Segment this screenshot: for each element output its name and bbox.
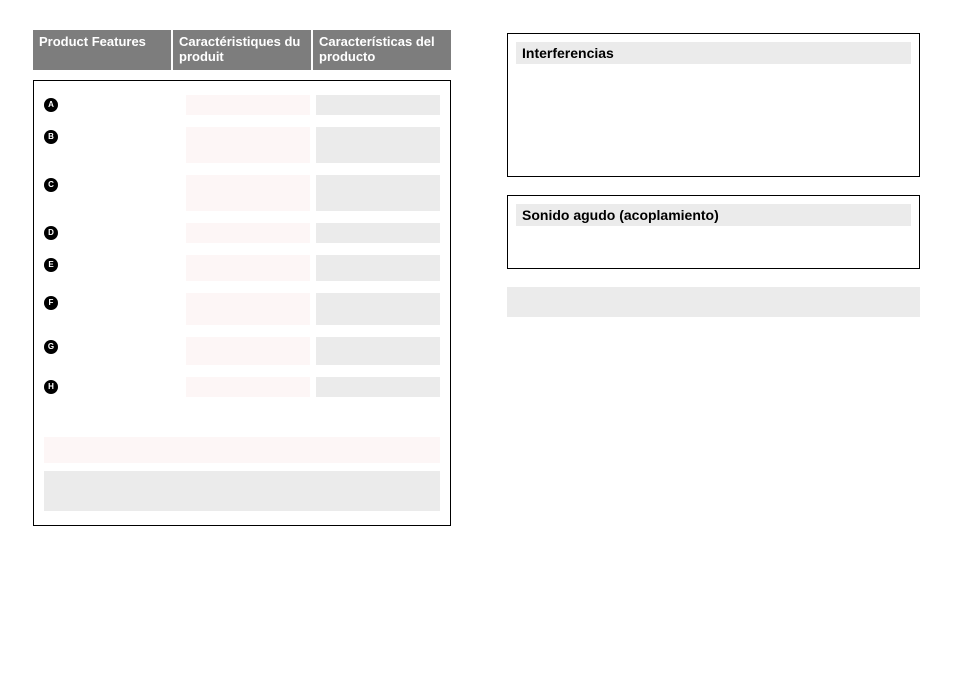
tab-en: Product Features bbox=[33, 30, 171, 70]
feature-es bbox=[316, 175, 440, 211]
section-sonido-agudo: Sonido agudo (acoplamiento) bbox=[507, 195, 920, 269]
section-title-interferencias: Interferencias bbox=[516, 42, 911, 64]
feature-row-g: G bbox=[44, 337, 440, 365]
notes-block bbox=[44, 437, 440, 511]
section-body-interferencias bbox=[516, 64, 911, 164]
bullet-h: H bbox=[44, 380, 58, 394]
feature-fr bbox=[186, 293, 310, 325]
feature-en bbox=[66, 127, 180, 163]
feature-es bbox=[316, 223, 440, 243]
bullet-e: E bbox=[44, 258, 58, 272]
feature-row-c: C bbox=[44, 175, 440, 211]
bullet-f: F bbox=[44, 296, 58, 310]
bullet-b: B bbox=[44, 130, 58, 144]
bullet-d: D bbox=[44, 226, 58, 240]
feature-en bbox=[66, 293, 180, 325]
feature-es bbox=[316, 377, 440, 397]
feature-fr bbox=[186, 175, 310, 211]
feature-row-b: B bbox=[44, 127, 440, 163]
tab-fr: Caractéristiques du produit bbox=[173, 30, 311, 70]
tabs-row: Product Features Caractéristiques du pro… bbox=[33, 30, 451, 70]
feature-row-e: E bbox=[44, 255, 440, 281]
section-interferencias: Interferencias bbox=[507, 33, 920, 177]
feature-fr bbox=[186, 223, 310, 243]
bullet-g: G bbox=[44, 340, 58, 354]
section-title-sonido-agudo: Sonido agudo (acoplamiento) bbox=[516, 204, 911, 226]
feature-es bbox=[316, 293, 440, 325]
bullet-a: A bbox=[44, 98, 58, 112]
feature-row-h: H bbox=[44, 377, 440, 397]
product-features-panel: Product Features Caractéristiques du pro… bbox=[33, 30, 451, 526]
feature-fr bbox=[186, 95, 310, 115]
tab-es: Características del producto bbox=[313, 30, 451, 70]
bullet-c: C bbox=[44, 178, 58, 192]
feature-es bbox=[316, 255, 440, 281]
feature-es bbox=[316, 95, 440, 115]
gray-paragraph bbox=[507, 287, 920, 317]
feature-en bbox=[66, 377, 180, 397]
feature-row-f: F bbox=[44, 293, 440, 325]
note-fr bbox=[44, 437, 440, 463]
feature-fr bbox=[186, 377, 310, 397]
right-panel: Interferencias Sonido agudo (acoplamient… bbox=[507, 33, 920, 317]
feature-row-a: A bbox=[44, 95, 440, 115]
feature-row-d: D bbox=[44, 223, 440, 243]
feature-en bbox=[66, 255, 180, 281]
section-body-sonido-agudo bbox=[516, 226, 911, 256]
feature-es bbox=[316, 127, 440, 163]
feature-en bbox=[66, 95, 180, 115]
note-es bbox=[44, 471, 440, 511]
features-box: A B C D E F G H bbox=[33, 80, 451, 526]
feature-fr bbox=[186, 337, 310, 365]
feature-en bbox=[66, 175, 180, 211]
feature-fr bbox=[186, 127, 310, 163]
feature-en bbox=[66, 223, 180, 243]
feature-fr bbox=[186, 255, 310, 281]
feature-en bbox=[66, 337, 180, 365]
feature-es bbox=[316, 337, 440, 365]
